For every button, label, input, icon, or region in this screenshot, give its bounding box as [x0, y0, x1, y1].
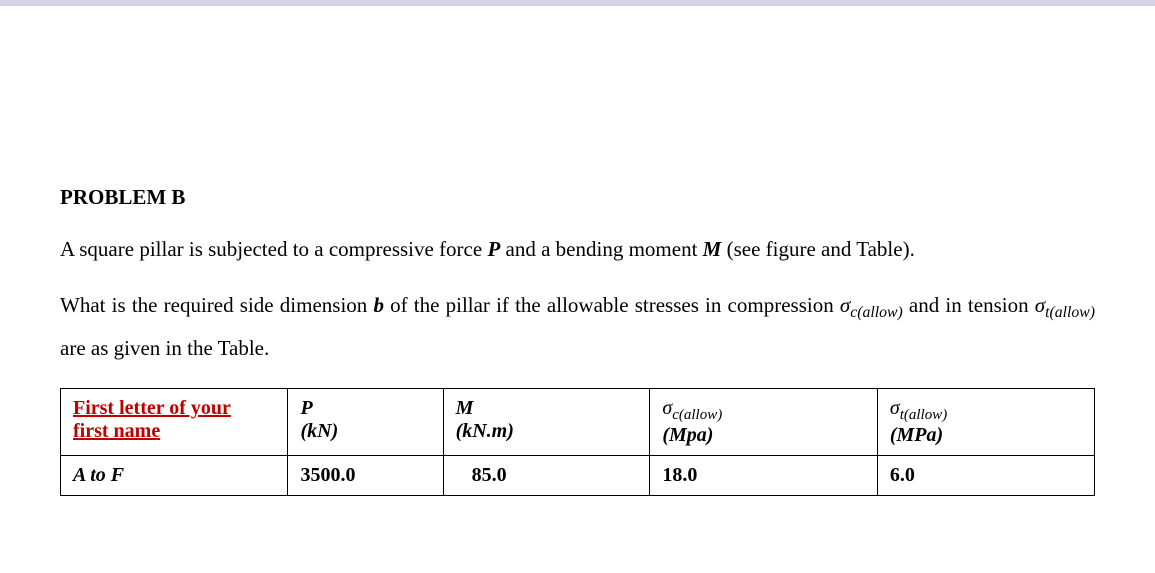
variable-b: b: [373, 293, 384, 317]
header-P-symbol: P: [300, 397, 312, 419]
text-segment: are as given in the Table.: [60, 336, 269, 360]
header-sigma-c-symbol: σ: [662, 397, 672, 419]
table-header-row: First letter of your first name P (kN) M…: [61, 389, 1095, 456]
text-segment: and a bending moment: [500, 237, 702, 261]
cell-letter: A to F: [61, 456, 288, 496]
text-segment: (see figure and Table).: [721, 237, 914, 261]
table-row: A to F 3500.0 85.0 18.0 6.0: [61, 456, 1095, 496]
sigma-t-symbol: σ: [1035, 293, 1045, 317]
cell-M: 85.0: [443, 456, 650, 496]
sigma-t-subscript: t(allow): [1045, 305, 1095, 322]
header-firstletter-line2: first name: [73, 420, 160, 442]
variable-M: M: [703, 237, 722, 261]
header-sigma-t-sub: t(allow): [900, 407, 948, 423]
data-table: First letter of your first name P (kN) M…: [60, 388, 1095, 496]
sigma-c-symbol: σ: [840, 293, 850, 317]
header-M-symbol: M: [456, 397, 474, 419]
header-sigma-c-unit: (Mpa): [662, 424, 713, 446]
header-sigma-c-sub: c(allow): [672, 407, 722, 423]
text-segment: and in tension: [903, 293, 1035, 317]
header-firstletter: First letter of your first name: [61, 389, 288, 456]
header-P-unit: (kN): [300, 420, 338, 442]
problem-paragraph-2: What is the required side dimension b of…: [60, 286, 1095, 368]
text-segment: A square pillar is subjected to a compre…: [60, 237, 487, 261]
text-segment: What is the required side dimension: [60, 293, 373, 317]
header-M: M (kN.m): [443, 389, 650, 456]
cell-sigma-t: 6.0: [877, 456, 1094, 496]
header-sigma-t-unit: (MPa): [890, 424, 943, 446]
sigma-c-subscript: c(allow): [850, 305, 903, 322]
cell-P: 3500.0: [288, 456, 443, 496]
variable-P: P: [487, 237, 500, 261]
cell-sigma-c: 18.0: [650, 456, 877, 496]
header-sigma-t-symbol: σ: [890, 397, 900, 419]
header-sigma-t: σt(allow) (MPa): [877, 389, 1094, 456]
problem-paragraph-1: A square pillar is subjected to a compre…: [60, 234, 1095, 264]
header-firstletter-line1: First letter of your: [73, 397, 231, 419]
header-M-unit: (kN.m): [456, 420, 514, 442]
header-sigma-c: σc(allow) (Mpa): [650, 389, 877, 456]
document-page: PROBLEM B A square pillar is subjected t…: [0, 0, 1155, 573]
header-P: P (kN): [288, 389, 443, 456]
problem-title: PROBLEM B: [60, 185, 1095, 210]
text-segment: of the pillar if the allowable stresses …: [384, 293, 840, 317]
